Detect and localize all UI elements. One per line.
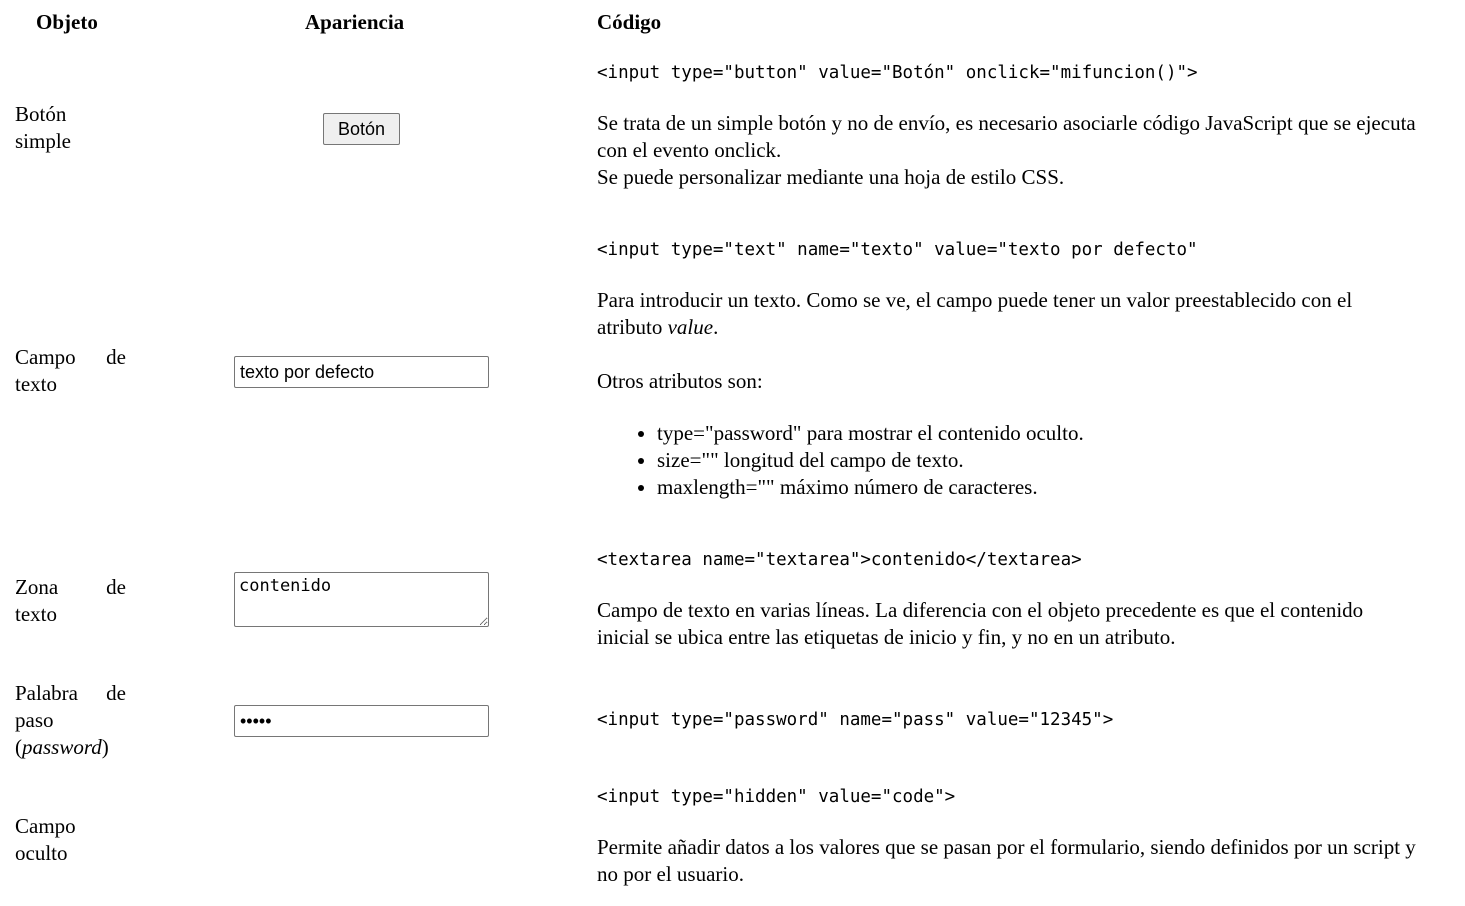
demo-password-field[interactable] [234, 705, 489, 737]
object-label-line: texto [15, 372, 57, 396]
object-label-password: Palabra de paso (password) [15, 680, 126, 761]
code-button: <input type="button" value="Botón" oncli… [597, 63, 1198, 83]
object-label-line: Zona de [15, 575, 126, 599]
attribute-list: type="password" para mostrar el contenid… [597, 420, 1417, 501]
object-label-part: ( [15, 735, 22, 759]
desc-text: Se trata de un simple botón y no de enví… [597, 111, 1416, 162]
desc-hidden: Permite añadir datos a los valores que s… [597, 834, 1417, 888]
object-label-hidden: Campo oculto [15, 813, 126, 867]
code-text: <input type="text" name="texto" value="t… [597, 240, 1198, 260]
object-label-textarea: Zona de texto [15, 574, 126, 628]
attribute-item: size="" longitud del campo de texto. [657, 447, 1417, 474]
attribute-item: type="password" para mostrar el contenid… [657, 420, 1417, 447]
desc-text-part: . [713, 315, 719, 339]
demo-button[interactable]: Botón [323, 113, 400, 145]
desc-textarea: Campo de texto en varias líneas. La dife… [597, 597, 1417, 651]
object-label-line: Campo de [15, 345, 126, 369]
desc-text: Para introducir un texto. Como se ve, el… [597, 287, 1417, 341]
desc-text-field: Para introducir un texto. Como se ve, el… [597, 287, 1417, 501]
code-hidden: <input type="hidden" value="code"> [597, 787, 956, 807]
desc-text-emphasis: value [667, 315, 714, 339]
object-label-text: Campo de texto [15, 344, 126, 398]
object-label-line: Botón [15, 102, 67, 126]
header-appearance: Apariencia [305, 10, 405, 34]
object-label-emphasis: password [22, 735, 102, 759]
demo-text-field[interactable] [234, 356, 489, 388]
desc-text: Campo de texto en varias líneas. La dife… [597, 598, 1364, 649]
desc-text: Se puede personalizar mediante una hoja … [597, 165, 1065, 189]
desc-button: Se trata de un simple botón y no de enví… [597, 110, 1417, 191]
object-label-line: paso [15, 708, 54, 732]
demo-textarea[interactable]: contenido [234, 572, 489, 627]
code-textarea: <textarea name="textarea">contenido</tex… [597, 550, 1082, 570]
object-label-line: simple [15, 129, 71, 153]
desc-text: Otros atributos son: [597, 369, 763, 393]
object-label-line: oculto [15, 841, 68, 865]
header-code: Código [597, 10, 662, 34]
code-password: <input type="password" name="pass" value… [597, 710, 1114, 730]
object-label-line: texto [15, 602, 57, 626]
object-label-button: Botón simple [15, 101, 126, 155]
object-label-line: Palabra de [15, 681, 126, 705]
header-object: Objeto [36, 10, 98, 34]
object-label-line: (password) [15, 734, 126, 761]
desc-text: Permite añadir datos a los valores que s… [597, 835, 1416, 886]
attribute-item: maxlength="" máximo número de caracteres… [657, 474, 1417, 501]
object-label-part: ) [101, 735, 109, 759]
object-label-line: Campo [15, 814, 76, 838]
